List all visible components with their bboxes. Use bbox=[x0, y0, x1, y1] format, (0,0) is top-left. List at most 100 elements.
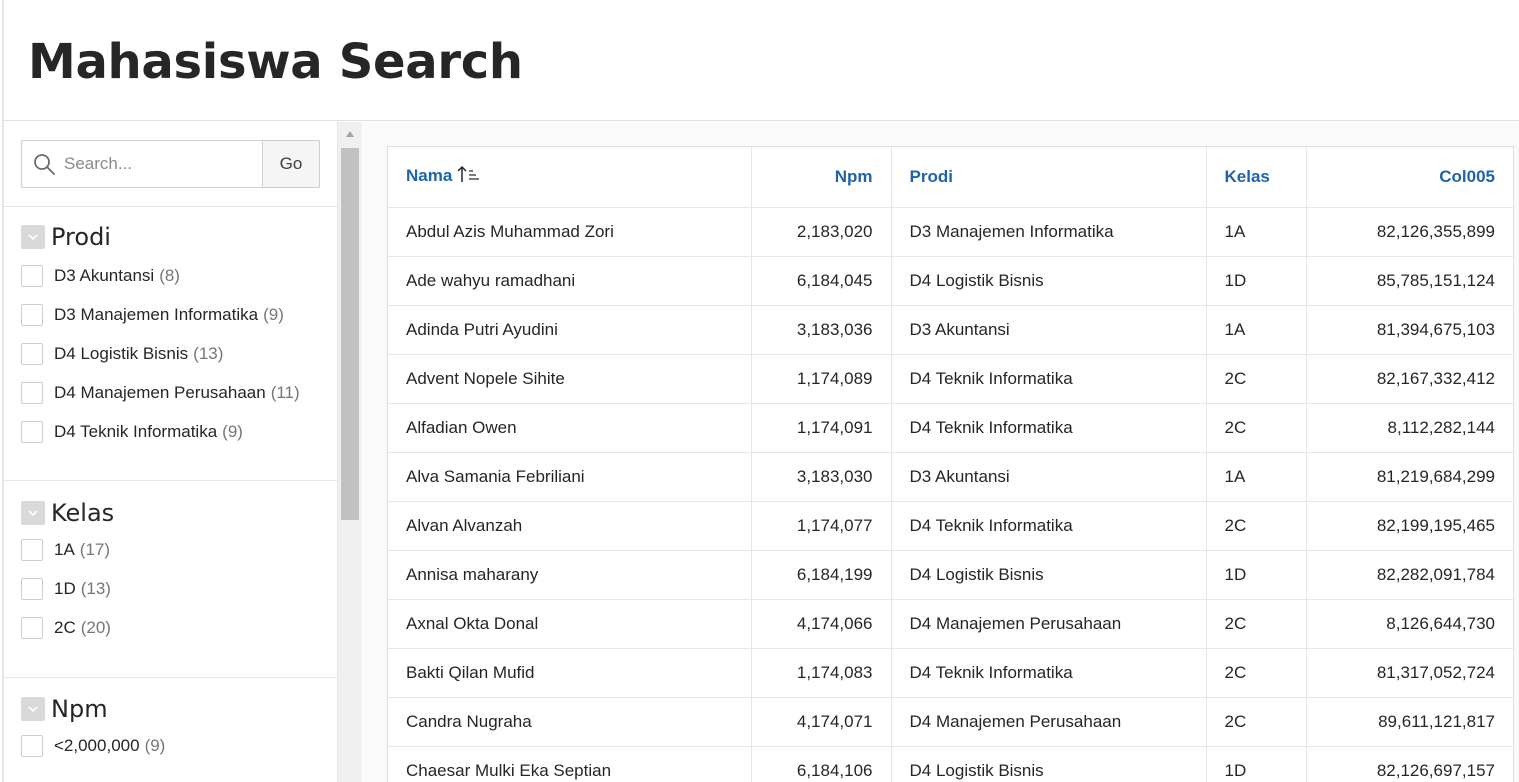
cell-npm: 6,184,106 bbox=[751, 746, 892, 782]
cell-prodi: D4 Logistik Bisnis bbox=[891, 746, 1207, 782]
cell-prodi: D4 Teknik Informatika bbox=[891, 648, 1207, 698]
sidebar-scrollbar[interactable] bbox=[338, 122, 362, 782]
facet-option[interactable]: D3 Manajemen Informatika (9) bbox=[21, 295, 321, 334]
cell-npm: 1,174,083 bbox=[751, 648, 892, 698]
column-header-nama[interactable]: Nama bbox=[388, 147, 752, 208]
option-count: (9) bbox=[263, 304, 284, 324]
scrollbar-thumb[interactable] bbox=[341, 148, 359, 520]
cell-col005: 81,219,684,299 bbox=[1306, 452, 1513, 502]
column-header-col005[interactable]: Col005 bbox=[1306, 147, 1513, 208]
facet-option[interactable]: 1A (17) bbox=[21, 530, 321, 569]
table-row: Axnal Okta Donal 4,174,066 D4 Manajemen Pe… bbox=[388, 599, 1513, 649]
cell-col005: 89,611,121,817 bbox=[1306, 697, 1513, 747]
cell-nama: Candra Nugraha bbox=[388, 697, 752, 747]
column-header-npm[interactable]: Npm bbox=[751, 147, 892, 208]
divider bbox=[4, 677, 337, 678]
facet-option[interactable]: D4 Teknik Informatika (9) bbox=[21, 412, 321, 451]
cell-npm: 1,174,091 bbox=[751, 403, 892, 453]
cell-col005: 82,199,195,465 bbox=[1306, 501, 1513, 551]
option-label: 2C bbox=[54, 617, 76, 637]
cell-col005: 81,394,675,103 bbox=[1306, 305, 1513, 355]
scroll-up-arrow-icon[interactable] bbox=[338, 122, 362, 146]
divider bbox=[4, 206, 337, 207]
results-table: Nama Npm Prodi Kelas Col005 Abdul Azis M… bbox=[388, 147, 1513, 782]
table-row: Alva Samania Febriliani 3,183,030 D3 Akunt… bbox=[388, 452, 1513, 502]
checkbox[interactable] bbox=[21, 734, 43, 757]
facet-header-npm[interactable]: Npm bbox=[21, 694, 321, 724]
table-row: Bakti Qilan Mufid 1,174,083 D4 Teknik Info… bbox=[388, 648, 1513, 698]
cell-nama: Annisa maharany bbox=[388, 550, 752, 600]
table-body: Abdul Azis Muhammad Zori 2,183,020 D3 Mana… bbox=[388, 207, 1513, 782]
facet-title: Kelas bbox=[51, 499, 115, 527]
cell-prodi: D3 Akuntansi bbox=[891, 452, 1207, 502]
checkbox[interactable] bbox=[21, 420, 43, 443]
cell-col005: 82,126,697,157 bbox=[1306, 746, 1513, 782]
checkbox[interactable] bbox=[21, 303, 43, 326]
cell-npm: 4,174,066 bbox=[751, 599, 892, 649]
chevron-down-icon[interactable] bbox=[21, 697, 45, 721]
table-row: Alfadian Owen 1,174,091 D4 Teknik Informat… bbox=[388, 403, 1513, 453]
column-header-prodi[interactable]: Prodi bbox=[891, 147, 1207, 208]
page-title: Mahasiswa Search bbox=[28, 34, 523, 90]
facet-option[interactable]: 2C (20) bbox=[21, 608, 321, 647]
cell-nama: Ade wahyu ramadhani bbox=[388, 256, 752, 306]
option-label: <2,000,000 bbox=[54, 735, 140, 755]
option-label: 1D bbox=[54, 578, 76, 598]
checkbox[interactable] bbox=[21, 616, 43, 639]
checkbox[interactable] bbox=[21, 381, 43, 404]
facet-option[interactable]: <2,000,000 (9) bbox=[21, 726, 321, 765]
search-bar: Go bbox=[21, 140, 320, 188]
facet-sidebar: Go Prodi D3 Akuntansi(8) D3 Manajemen In… bbox=[4, 122, 338, 782]
facet-option[interactable]: 1D (13) bbox=[21, 569, 321, 608]
cell-prodi: D3 Manajemen Informatika bbox=[891, 207, 1207, 257]
search-box[interactable] bbox=[21, 140, 262, 188]
cell-nama: Chaesar Mulki Eka Septian bbox=[388, 746, 752, 782]
cell-npm: 3,183,036 bbox=[751, 305, 892, 355]
page-header: Mahasiswa Search bbox=[4, 0, 1519, 121]
facet-header-prodi[interactable]: Prodi bbox=[21, 222, 321, 252]
cell-kelas: 2C bbox=[1206, 403, 1307, 453]
facet-option[interactable]: D3 Akuntansi (8) bbox=[21, 256, 321, 295]
cell-nama: Abdul Azis Muhammad Zori bbox=[388, 207, 752, 257]
cell-nama: Axnal Okta Donal bbox=[388, 599, 752, 649]
option-label: 1A bbox=[54, 539, 75, 559]
cell-col005: 82,167,332,412 bbox=[1306, 354, 1513, 404]
facet-option[interactable]: D4 Manajemen Perusahaan (11) bbox=[21, 373, 321, 412]
column-header-kelas[interactable]: Kelas bbox=[1206, 147, 1307, 208]
go-button[interactable]: Go bbox=[262, 140, 320, 188]
cell-kelas: 1D bbox=[1206, 256, 1307, 306]
cell-col005: 82,282,091,784 bbox=[1306, 550, 1513, 600]
cell-nama: Bakti Qilan Mufid bbox=[388, 648, 752, 698]
checkbox[interactable] bbox=[21, 342, 43, 365]
option-count: (13) bbox=[80, 578, 111, 598]
cell-nama: Adinda Putri Ayudini bbox=[388, 305, 752, 355]
chevron-down-icon[interactable] bbox=[21, 225, 45, 249]
cell-kelas: 1D bbox=[1206, 746, 1307, 782]
column-header-label: Nama bbox=[406, 166, 453, 186]
facet-npm: Npm <2,000,000 (9) bbox=[21, 694, 321, 765]
facet-title: Prodi bbox=[51, 223, 111, 251]
facet-kelas: Kelas 1A (17) 1D (13) 2C (20) bbox=[21, 498, 321, 647]
search-icon bbox=[32, 152, 56, 176]
checkbox[interactable] bbox=[21, 538, 43, 561]
chevron-down-icon[interactable] bbox=[21, 501, 45, 525]
table-row: Advent Nopele Sihite 1,174,089 D4 Teknik I… bbox=[388, 354, 1513, 404]
cell-npm: 1,174,077 bbox=[751, 501, 892, 551]
cell-npm: 2,183,020 bbox=[751, 207, 892, 257]
cell-nama: Alva Samania Febriliani bbox=[388, 452, 752, 502]
facet-header-kelas[interactable]: Kelas bbox=[21, 498, 321, 528]
table-row: Alvan Alvanzah 1,174,077 D4 Teknik Informa… bbox=[388, 501, 1513, 551]
option-count: (13) bbox=[193, 343, 224, 363]
cell-npm: 6,184,199 bbox=[751, 550, 892, 600]
cell-nama: Alvan Alvanzah bbox=[388, 501, 752, 551]
option-count: (20) bbox=[80, 617, 111, 637]
cell-nama: Advent Nopele Sihite bbox=[388, 354, 752, 404]
facet-option[interactable]: D4 Logistik Bisnis (13) bbox=[21, 334, 321, 373]
checkbox[interactable] bbox=[21, 577, 43, 600]
cell-npm: 3,183,030 bbox=[751, 452, 892, 502]
cell-kelas: 2C bbox=[1206, 501, 1307, 551]
table-row: Ade wahyu ramadhani 6,184,045 D4 Logistik … bbox=[388, 256, 1513, 306]
option-count: (8) bbox=[159, 265, 180, 285]
checkbox[interactable] bbox=[21, 264, 43, 287]
search-input[interactable] bbox=[64, 154, 254, 174]
